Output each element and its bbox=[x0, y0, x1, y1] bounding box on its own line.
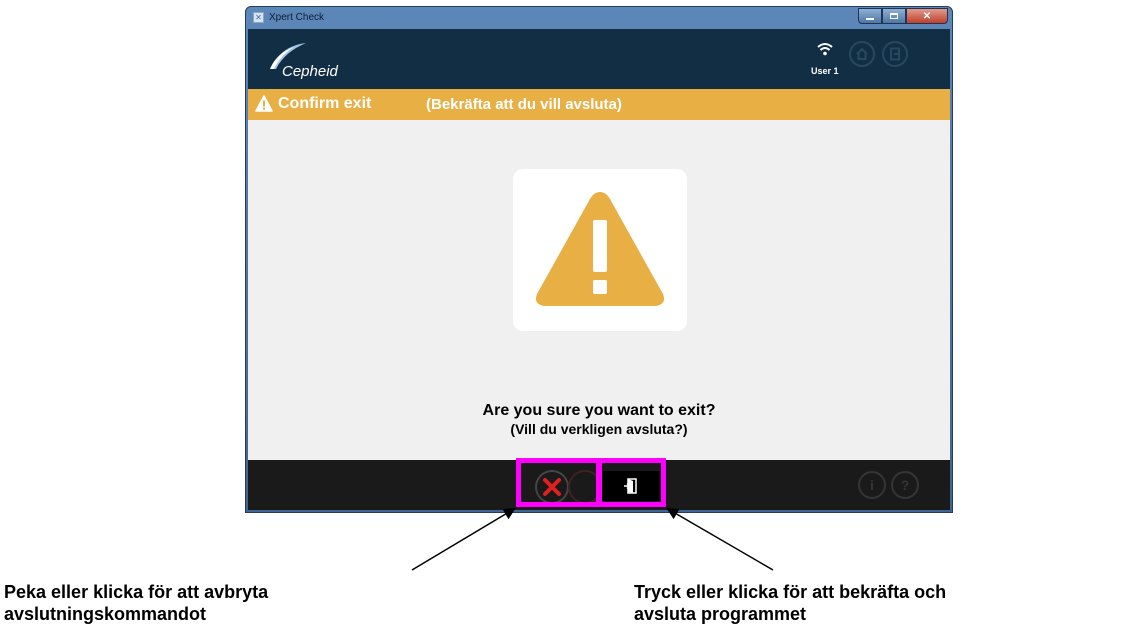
confirm-callout-line2: avsluta programmet bbox=[634, 604, 807, 624]
cancel-arrow bbox=[411, 507, 516, 571]
confirm-arrow bbox=[666, 507, 774, 571]
cancel-callout-line1: Peka eller klicka för att avbryta bbox=[4, 582, 269, 602]
annotation-arrows bbox=[411, 507, 774, 571]
cancel-callout-line2: avslutningskommandot bbox=[4, 604, 207, 624]
confirm-callout-line1: Tryck eller klicka för att bekräfta och bbox=[634, 582, 947, 602]
